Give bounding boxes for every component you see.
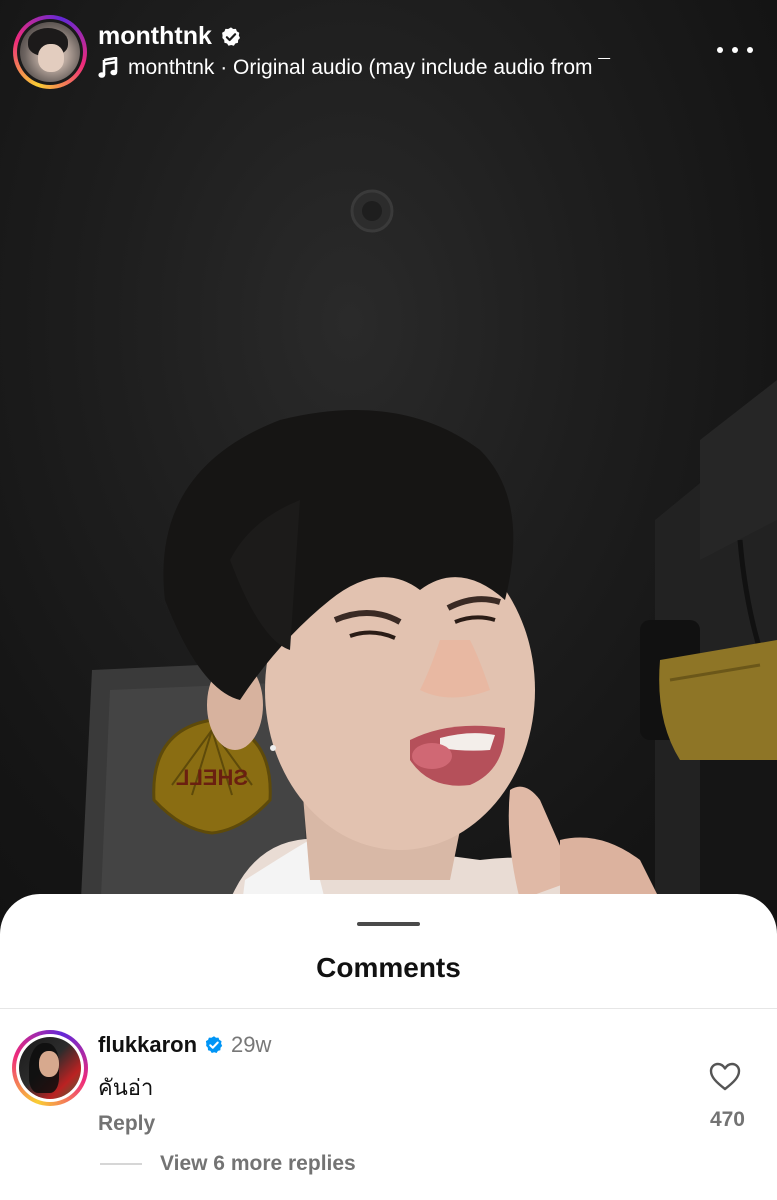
comment-timestamp: 29w (231, 1032, 272, 1057)
avatar-image (20, 22, 80, 82)
profile-avatar[interactable] (13, 15, 87, 89)
sheet-divider (0, 1008, 777, 1009)
comments-sheet: Comments flukkaron 29w คันอ่า Reply 470 (0, 894, 777, 1200)
replies-divider-line (100, 1163, 142, 1165)
author-username[interactable]: monthtnk (98, 22, 212, 51)
reel-header: monthtnk monthtnk · Original audio (may … (0, 0, 777, 100)
music-note-icon (98, 57, 118, 78)
svg-text:SHELL: SHELL (176, 765, 248, 790)
commenter-username[interactable]: flukkaron (98, 1032, 197, 1058)
commenter-avatar-image (19, 1037, 81, 1099)
commenter-avatar[interactable] (12, 1030, 88, 1106)
view-replies-label[interactable]: View 6 more replies (160, 1152, 356, 1176)
audio-track[interactable]: monthtnk · Original audio (may include a… (98, 56, 678, 80)
heart-icon[interactable] (709, 1062, 741, 1092)
reply-button[interactable]: Reply (98, 1112, 155, 1136)
reel-video[interactable]: SHELL (0, 0, 777, 920)
comment-header: flukkaron 29w (98, 1032, 271, 1058)
comment-item: flukkaron 29w คันอ่า Reply 470 View 6 mo… (0, 1024, 777, 1200)
comments-title: Comments (316, 952, 461, 983)
audio-label: monthtnk · Original audio (may include a… (128, 56, 610, 79)
verified-badge-icon (221, 26, 240, 46)
comment-text: คันอ่า (98, 1075, 154, 1100)
author-username-row[interactable]: monthtnk (98, 22, 242, 51)
like-count: 470 (709, 1108, 745, 1131)
view-more-replies[interactable]: View 6 more replies (100, 1152, 356, 1176)
video-frame: SHELL (80, 189, 777, 920)
more-options-icon[interactable] (717, 38, 753, 62)
sheet-grabber[interactable] (357, 922, 420, 926)
verified-badge-icon (205, 1036, 223, 1053)
